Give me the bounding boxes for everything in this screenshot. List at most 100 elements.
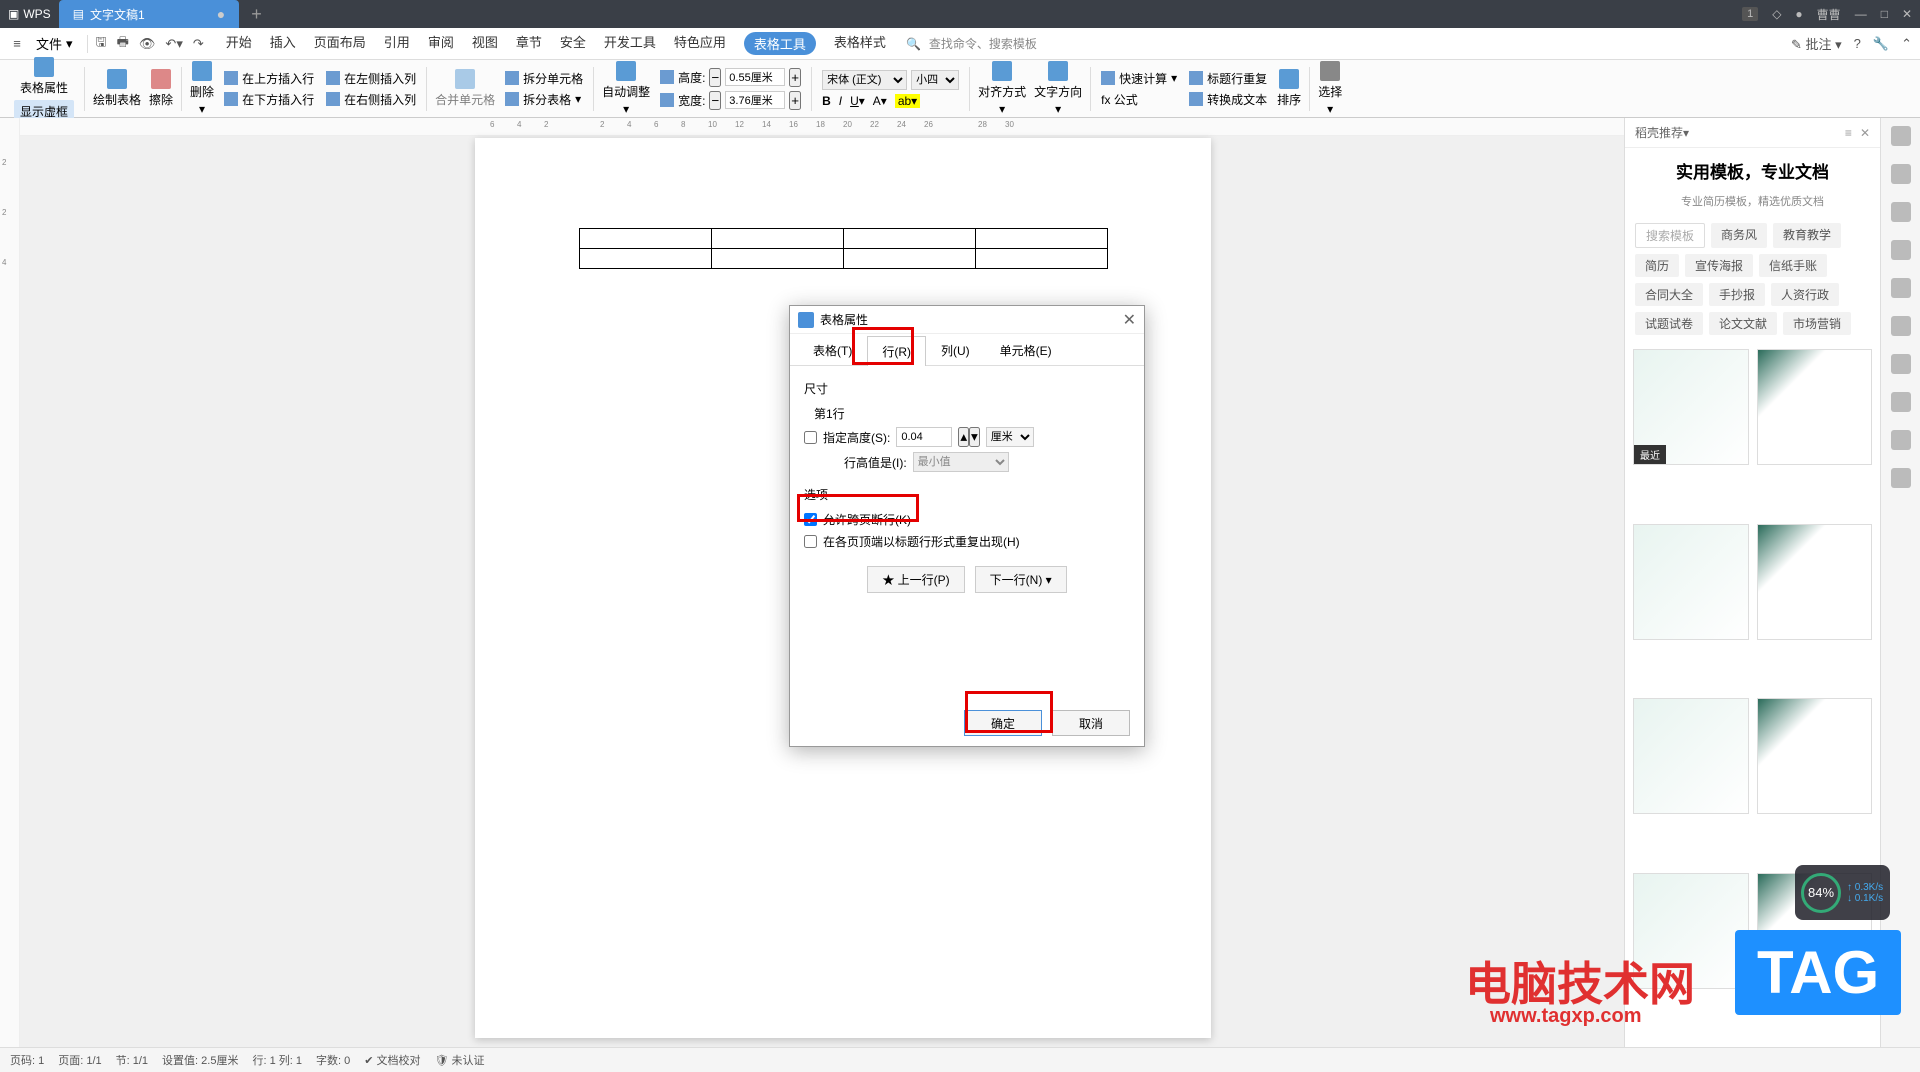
cat-business[interactable]: 商务风 bbox=[1711, 223, 1767, 248]
bold-icon[interactable]: B bbox=[822, 94, 831, 108]
insert-row-above[interactable]: 在上方插入行 bbox=[224, 69, 314, 88]
tab-section[interactable]: 章节 bbox=[516, 32, 542, 55]
notification-badge[interactable]: 1 bbox=[1742, 7, 1758, 21]
user-avatar[interactable]: ● bbox=[1795, 7, 1802, 21]
redo-icon[interactable]: ↷ bbox=[193, 36, 204, 52]
font-color-icon[interactable]: A▾ bbox=[873, 94, 887, 108]
document-table[interactable] bbox=[579, 228, 1108, 269]
close-window-icon[interactable]: ✕ bbox=[1902, 7, 1912, 21]
delete-button[interactable]: 删除▾ bbox=[186, 59, 218, 118]
status-page[interactable]: 页码: 1 bbox=[10, 1052, 44, 1068]
cat-thesis[interactable]: 论文文献 bbox=[1709, 312, 1777, 335]
tab-reference[interactable]: 引用 bbox=[384, 32, 410, 55]
rail-icon[interactable] bbox=[1891, 278, 1911, 298]
status-pages[interactable]: 页面: 1/1 bbox=[58, 1052, 101, 1068]
tab-layout[interactable]: 页面布局 bbox=[314, 32, 366, 55]
rail-icon[interactable] bbox=[1891, 468, 1911, 488]
split-table-button[interactable]: 拆分表格▾ bbox=[505, 90, 581, 109]
file-menu[interactable]: 文件 ▾ bbox=[30, 34, 79, 53]
rail-icon[interactable] bbox=[1891, 316, 1911, 336]
rail-icon[interactable] bbox=[1891, 392, 1911, 412]
tab-insert[interactable]: 插入 bbox=[270, 32, 296, 55]
insert-col-right[interactable]: 在右侧插入列 bbox=[326, 90, 416, 109]
rail-icon[interactable] bbox=[1891, 126, 1911, 146]
tab-start[interactable]: 开始 bbox=[226, 32, 252, 55]
dialog-close-icon[interactable]: ✕ bbox=[1123, 310, 1136, 330]
unit-select[interactable]: 厘米 bbox=[986, 427, 1034, 447]
cat-exam[interactable]: 试题试卷 bbox=[1635, 312, 1703, 335]
rail-icon[interactable] bbox=[1891, 354, 1911, 374]
cat-education[interactable]: 教育教学 bbox=[1773, 223, 1841, 248]
allow-break-checkbox[interactable] bbox=[804, 513, 817, 526]
cat-contract[interactable]: 合同大全 bbox=[1635, 283, 1703, 306]
row-height-control[interactable]: 高度: −+ bbox=[660, 67, 801, 88]
quick-calc-button[interactable]: 快速计算▾ bbox=[1101, 69, 1177, 88]
tab-table-tools[interactable]: 表格工具 bbox=[744, 32, 816, 55]
highlight-icon[interactable]: ab▾ bbox=[895, 94, 920, 108]
eraser-button[interactable]: 擦除 bbox=[145, 67, 177, 110]
font-select[interactable]: 宋体 (正文) bbox=[822, 70, 907, 90]
dlg-tab-cell[interactable]: 单元格(E) bbox=[985, 335, 1067, 365]
dlg-tab-table[interactable]: 表格(T) bbox=[798, 335, 867, 365]
cat-marketing[interactable]: 市场营销 bbox=[1783, 312, 1851, 335]
ok-button[interactable]: 确定 bbox=[964, 710, 1042, 736]
rail-icon[interactable] bbox=[1891, 430, 1911, 450]
cat-poster[interactable]: 宣传海报 bbox=[1685, 254, 1753, 277]
underline-icon[interactable]: U▾ bbox=[850, 94, 865, 108]
italic-icon[interactable]: I bbox=[839, 94, 842, 108]
spin-up[interactable]: ▴ bbox=[958, 427, 969, 447]
table-properties-button[interactable]: 表格属性 bbox=[16, 55, 72, 98]
print-icon[interactable]: 🖶 bbox=[117, 33, 129, 55]
template-search[interactable]: 搜索模板 bbox=[1635, 223, 1705, 248]
rail-icon[interactable] bbox=[1891, 202, 1911, 222]
formula-button[interactable]: fx 公式 bbox=[1101, 90, 1138, 109]
wrench-icon[interactable]: 🔧 bbox=[1873, 36, 1889, 52]
template-thumb[interactable] bbox=[1757, 349, 1873, 465]
spec-height-checkbox[interactable] bbox=[804, 431, 817, 444]
insert-col-left[interactable]: 在左侧插入列 bbox=[326, 69, 416, 88]
dlg-tab-row[interactable]: 行(R) bbox=[867, 336, 926, 366]
skin-icon[interactable]: ◇ bbox=[1772, 7, 1781, 21]
cat-letter[interactable]: 信纸手账 bbox=[1759, 254, 1827, 277]
minimize-icon[interactable]: — bbox=[1855, 7, 1867, 21]
tab-devtools[interactable]: 开发工具 bbox=[604, 32, 656, 55]
split-cells-button[interactable]: 拆分单元格 bbox=[505, 69, 583, 88]
template-thumb[interactable]: 最近 bbox=[1633, 349, 1749, 465]
insert-row-below[interactable]: 在下方插入行 bbox=[224, 90, 314, 109]
help-icon[interactable]: ? bbox=[1854, 36, 1861, 51]
rail-icon[interactable] bbox=[1891, 164, 1911, 184]
menu-icon[interactable]: ≡ bbox=[8, 35, 26, 53]
template-thumb[interactable] bbox=[1757, 698, 1873, 814]
tab-review[interactable]: 审阅 bbox=[428, 32, 454, 55]
align-button[interactable]: 对齐方式▾ bbox=[974, 59, 1030, 118]
tab-view[interactable]: 视图 bbox=[472, 32, 498, 55]
auto-adjust-button[interactable]: 自动调整▾ bbox=[598, 59, 654, 118]
panel-close-icon[interactable]: ✕ bbox=[1860, 126, 1870, 140]
cat-hr[interactable]: 人资行政 bbox=[1771, 283, 1839, 306]
repeat-header-checkbox[interactable] bbox=[804, 535, 817, 548]
prev-row-button[interactable]: ★ 上一行(P) bbox=[867, 566, 964, 593]
document-tab[interactable]: ▤ 文字文稿1 ● bbox=[59, 0, 240, 28]
cancel-button[interactable]: 取消 bbox=[1052, 710, 1130, 736]
status-spellcheck[interactable]: ✔ 文档校对 bbox=[364, 1052, 420, 1068]
preview-icon[interactable]: 👁 bbox=[139, 36, 156, 52]
status-words[interactable]: 字数: 0 bbox=[316, 1052, 350, 1068]
cat-handwrite[interactable]: 手抄报 bbox=[1709, 283, 1765, 306]
template-thumb[interactable] bbox=[1757, 524, 1873, 640]
tab-security[interactable]: 安全 bbox=[560, 32, 586, 55]
spin-down[interactable]: ▾ bbox=[969, 427, 980, 447]
height-input[interactable] bbox=[896, 427, 952, 447]
command-search[interactable]: 🔍 查找命令、搜索模板 bbox=[906, 35, 1037, 52]
sort-button[interactable]: 排序 bbox=[1273, 67, 1305, 110]
draw-table-button[interactable]: 绘制表格 bbox=[89, 67, 145, 110]
template-thumb[interactable] bbox=[1633, 873, 1749, 989]
panel-opts-icon[interactable]: ≡ bbox=[1845, 126, 1852, 140]
comment-button[interactable]: ✎ 批注 ▾ bbox=[1791, 34, 1842, 53]
text-direction-button[interactable]: 文字方向▾ bbox=[1030, 59, 1086, 118]
save-icon[interactable]: 🖫 bbox=[96, 33, 107, 55]
next-row-button[interactable]: 下一行(N) ▾ bbox=[975, 566, 1067, 593]
add-tab-button[interactable]: + bbox=[239, 4, 274, 25]
status-cert[interactable]: 🛡 未认证 bbox=[435, 1052, 485, 1068]
cat-resume[interactable]: 简历 bbox=[1635, 254, 1679, 277]
template-thumb[interactable] bbox=[1633, 524, 1749, 640]
